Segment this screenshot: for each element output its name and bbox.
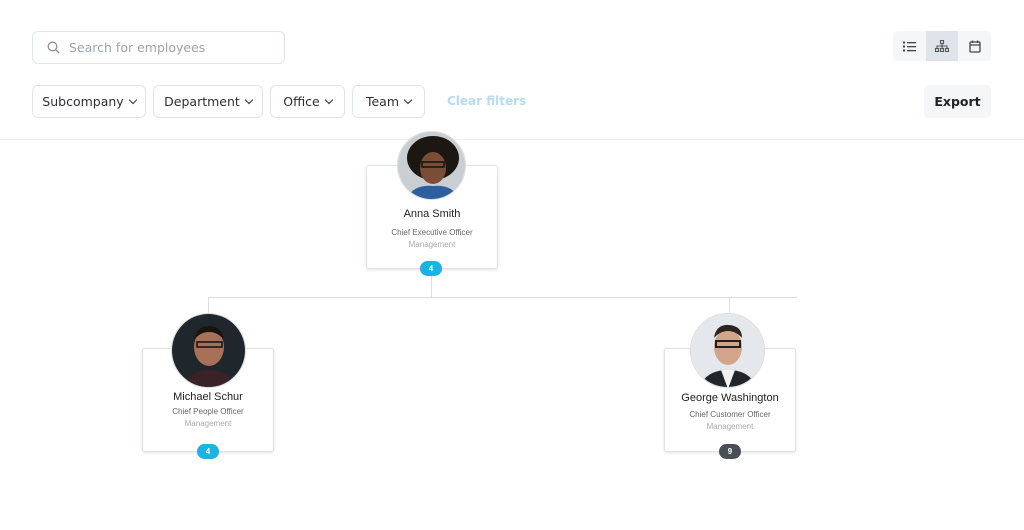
chevron-down-icon — [244, 95, 254, 105]
org-chart-view-button[interactable] — [925, 31, 959, 61]
list-icon — [902, 41, 916, 51]
connector-line — [208, 297, 209, 313]
avatar — [397, 131, 466, 200]
avatar — [171, 313, 246, 388]
divider — [0, 139, 1024, 140]
reports-count-badge[interactable]: 4 — [420, 261, 442, 276]
search-box[interactable] — [32, 31, 285, 64]
filter-subcompany[interactable]: Subcompany — [32, 85, 146, 118]
view-switcher — [893, 31, 991, 61]
filter-label: Subcompany — [42, 94, 124, 109]
employee-department: Management — [184, 419, 232, 428]
reports-count-badge[interactable]: 4 — [197, 444, 219, 459]
reports-count-badge[interactable]: 9 — [719, 444, 741, 459]
chevron-down-icon — [403, 95, 413, 105]
employee-role: Chief Customer Officer — [689, 410, 771, 419]
list-view-button[interactable] — [893, 31, 926, 61]
export-button[interactable]: Export — [924, 85, 991, 118]
clear-filters-button[interactable]: Clear filters — [447, 94, 526, 108]
employee-name: Anna Smith — [403, 208, 461, 220]
filter-office[interactable]: Office — [270, 85, 345, 118]
calendar-icon — [969, 40, 981, 53]
filter-label: Department — [164, 94, 240, 109]
connector-line — [729, 297, 730, 313]
employee-role: Chief Executive Officer — [391, 228, 473, 237]
avatar — [690, 313, 765, 388]
search-input[interactable] — [69, 40, 269, 55]
chevron-down-icon — [324, 95, 333, 105]
filter-department[interactable]: Department — [153, 85, 263, 118]
employee-role: Chief People Officer — [172, 407, 244, 416]
connector-line — [208, 297, 797, 298]
org-chart-icon — [935, 40, 949, 52]
chevron-down-icon — [128, 95, 137, 105]
employee-department: Management — [408, 240, 456, 249]
employee-department: Management — [706, 422, 754, 431]
filter-team[interactable]: Team — [352, 85, 425, 118]
search-icon — [47, 41, 60, 54]
filter-label: Office — [283, 94, 320, 109]
employee-name: George Washington — [681, 392, 779, 404]
filter-label: Team — [365, 94, 400, 109]
employee-name: Michael Schur — [173, 391, 243, 403]
calendar-view-button[interactable] — [958, 31, 991, 61]
